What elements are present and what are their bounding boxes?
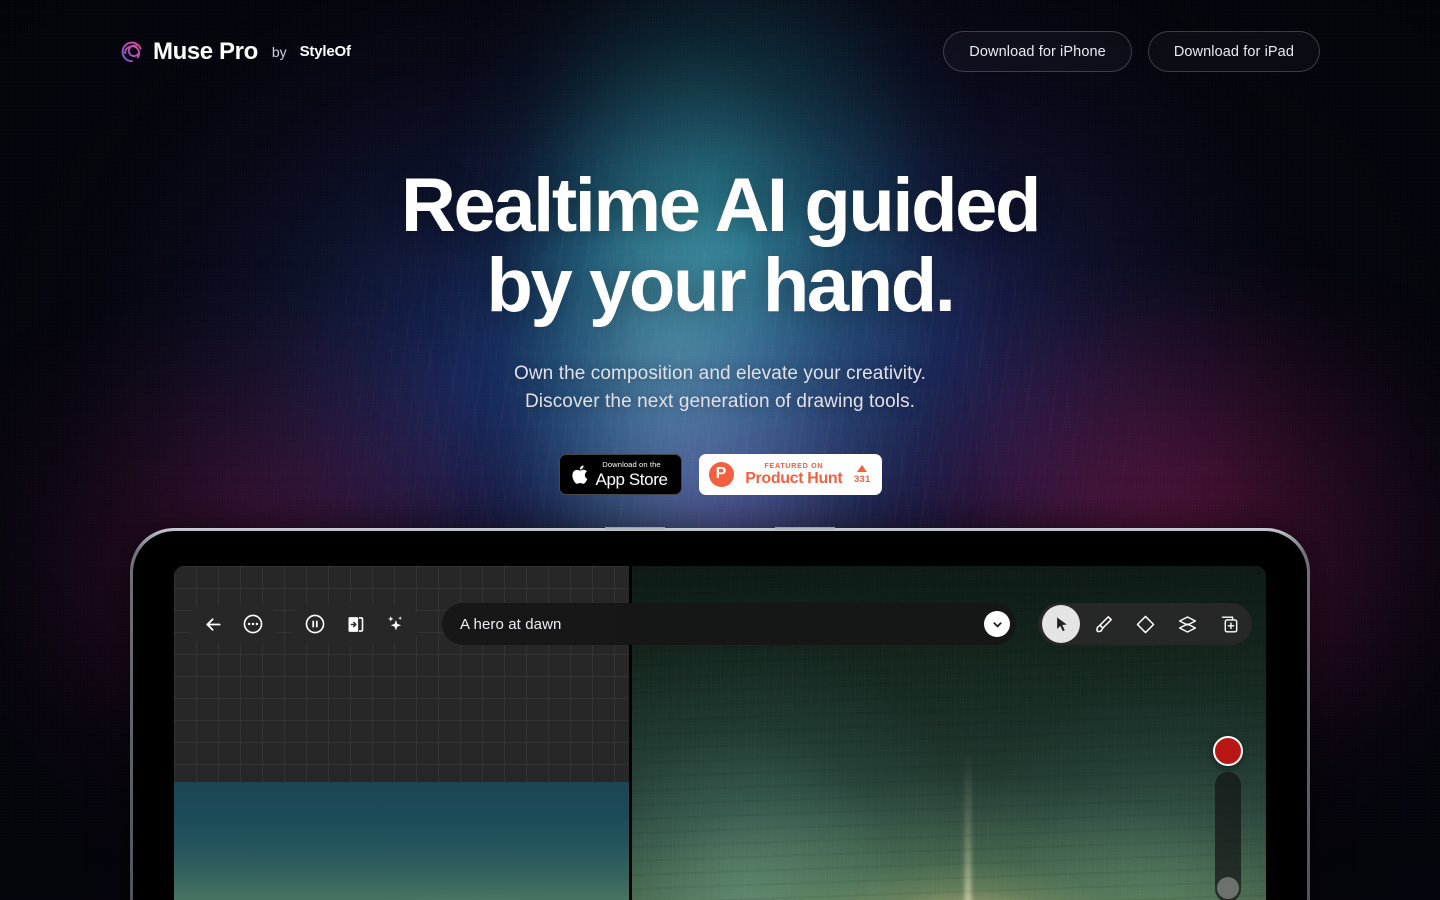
- tool-add-layer[interactable]: [1210, 605, 1248, 643]
- chevron-down-icon: [991, 618, 1004, 631]
- tool-brush[interactable]: [1084, 605, 1122, 643]
- subtitle-line-1: Own the composition and elevate your cre…: [513, 363, 927, 384]
- hero-subtitle: Own the composition and elevate your cre…: [0, 360, 1440, 416]
- nav-tool-group: [188, 603, 278, 645]
- add-layer-icon: [1219, 614, 1240, 635]
- product-hunt-upvote[interactable]: 331: [854, 464, 871, 485]
- action-tool-group: [290, 603, 420, 645]
- product-hunt-name-label: Product Hunt: [745, 470, 843, 488]
- pause-circle-icon: [304, 613, 326, 635]
- site-header: Muse Pro by StyleOf Download for iPhone …: [0, 0, 1440, 103]
- app-store-text: Download on the App Store: [596, 461, 668, 488]
- tablet-mockup: A hero at dawn: [90, 508, 1350, 900]
- tablet-slot-right: [775, 527, 835, 530]
- app-store-large-label: App Store: [595, 469, 668, 489]
- tool-select[interactable]: [1042, 605, 1080, 643]
- tablet-camera-slots: [605, 527, 835, 530]
- app-store-badge[interactable]: Download on the App Store: [558, 454, 682, 495]
- brand-by-label: by: [271, 43, 287, 60]
- cursor-arrow-icon: [1052, 615, 1071, 634]
- product-hunt-featured-label: FEATURED ON: [764, 460, 824, 470]
- app-back-button[interactable]: [194, 605, 232, 643]
- more-ellipsis-circle-icon: [242, 613, 264, 635]
- brand-studio-name: StyleOf: [299, 43, 351, 60]
- app-pause-button[interactable]: [296, 605, 334, 643]
- headline-line-2: by your hand.: [486, 243, 955, 328]
- spiral-logo-icon: [120, 40, 144, 64]
- product-hunt-badge[interactable]: P FEATURED ON Product Hunt 331: [698, 454, 882, 495]
- layers-icon: [1177, 614, 1198, 635]
- prompt-expand-button[interactable]: [984, 611, 1010, 637]
- app-toolbar: A hero at dawn: [174, 600, 1266, 648]
- tool-layers[interactable]: [1168, 605, 1206, 643]
- store-badges: Download on the App Store P FEATURED ON …: [0, 454, 1440, 495]
- export-document-icon: [345, 614, 366, 635]
- color-swatch[interactable]: [1213, 736, 1243, 766]
- brand-name: Muse Pro: [153, 37, 258, 65]
- prompt-input[interactable]: A hero at dawn: [460, 616, 984, 633]
- product-hunt-logo-icon: P: [708, 462, 734, 487]
- slider-knob[interactable]: [1217, 877, 1239, 899]
- app-export-button[interactable]: [336, 605, 374, 643]
- subtitle-line-2: Discover the next generation of drawing …: [524, 391, 916, 412]
- headline-line-1: Realtime AI guided: [400, 163, 1041, 248]
- apple-icon: [571, 464, 588, 485]
- color-picker-tool: [1212, 736, 1244, 900]
- user-sketch: [174, 782, 629, 900]
- app-enhance-button[interactable]: [376, 605, 414, 643]
- landing-page: Muse Pro by StyleOf Download for iPhone …: [0, 0, 1440, 900]
- back-arrow-icon: [203, 614, 224, 635]
- sketch-light-glow: [356, 868, 584, 900]
- upvote-triangle-icon: [857, 464, 868, 472]
- brush-size-slider[interactable]: [1215, 772, 1241, 900]
- tablet-slot-left: [605, 527, 665, 530]
- brand-logo[interactable]: Muse Pro by StyleOf: [120, 38, 351, 66]
- header-actions: Download for iPhone Download for iPad: [943, 31, 1320, 72]
- upvote-count: 331: [854, 473, 871, 485]
- page-title: Realtime AI guided by your hand.: [0, 166, 1440, 326]
- product-hunt-logo-letter: P: [715, 465, 727, 482]
- tool-eraser[interactable]: [1126, 605, 1164, 643]
- download-iphone-button[interactable]: Download for iPhone: [943, 31, 1132, 72]
- tablet-frame: A hero at dawn: [130, 527, 1310, 900]
- download-ipad-button[interactable]: Download for iPad: [1147, 31, 1320, 72]
- sparkles-icon: [384, 613, 406, 635]
- prompt-input-bar[interactable]: A hero at dawn: [442, 603, 1016, 645]
- drawing-tools-group: [1038, 603, 1252, 645]
- app-more-button[interactable]: [234, 605, 272, 643]
- product-hunt-text: FEATURED ON Product Hunt: [743, 460, 846, 488]
- paintbrush-icon: [1093, 614, 1114, 635]
- eraser-icon: [1135, 614, 1156, 635]
- app-store-small-label: Download on the: [602, 460, 661, 470]
